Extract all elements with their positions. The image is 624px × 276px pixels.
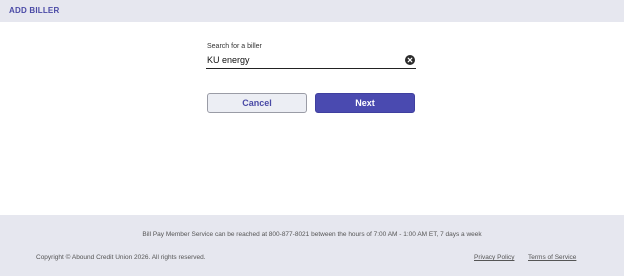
clear-search-icon[interactable] <box>405 55 415 65</box>
terms-of-service-link[interactable]: Terms of Service <box>528 254 576 261</box>
page-footer: Bill Pay Member Service can be reached a… <box>0 215 624 276</box>
copyright-text: Copyright © Abound Credit Union 2026. Al… <box>36 254 206 261</box>
page-title: ADD BILLER <box>9 6 60 15</box>
next-button[interactable]: Next <box>315 93 415 113</box>
member-service-text: Bill Pay Member Service can be reached a… <box>142 231 482 238</box>
search-label: Search for a biller <box>207 43 262 50</box>
biller-search-input[interactable] <box>206 52 416 69</box>
page-header: ADD BILLER <box>0 0 624 22</box>
privacy-policy-link[interactable]: Privacy Policy <box>474 254 514 261</box>
cancel-button[interactable]: Cancel <box>207 93 307 113</box>
